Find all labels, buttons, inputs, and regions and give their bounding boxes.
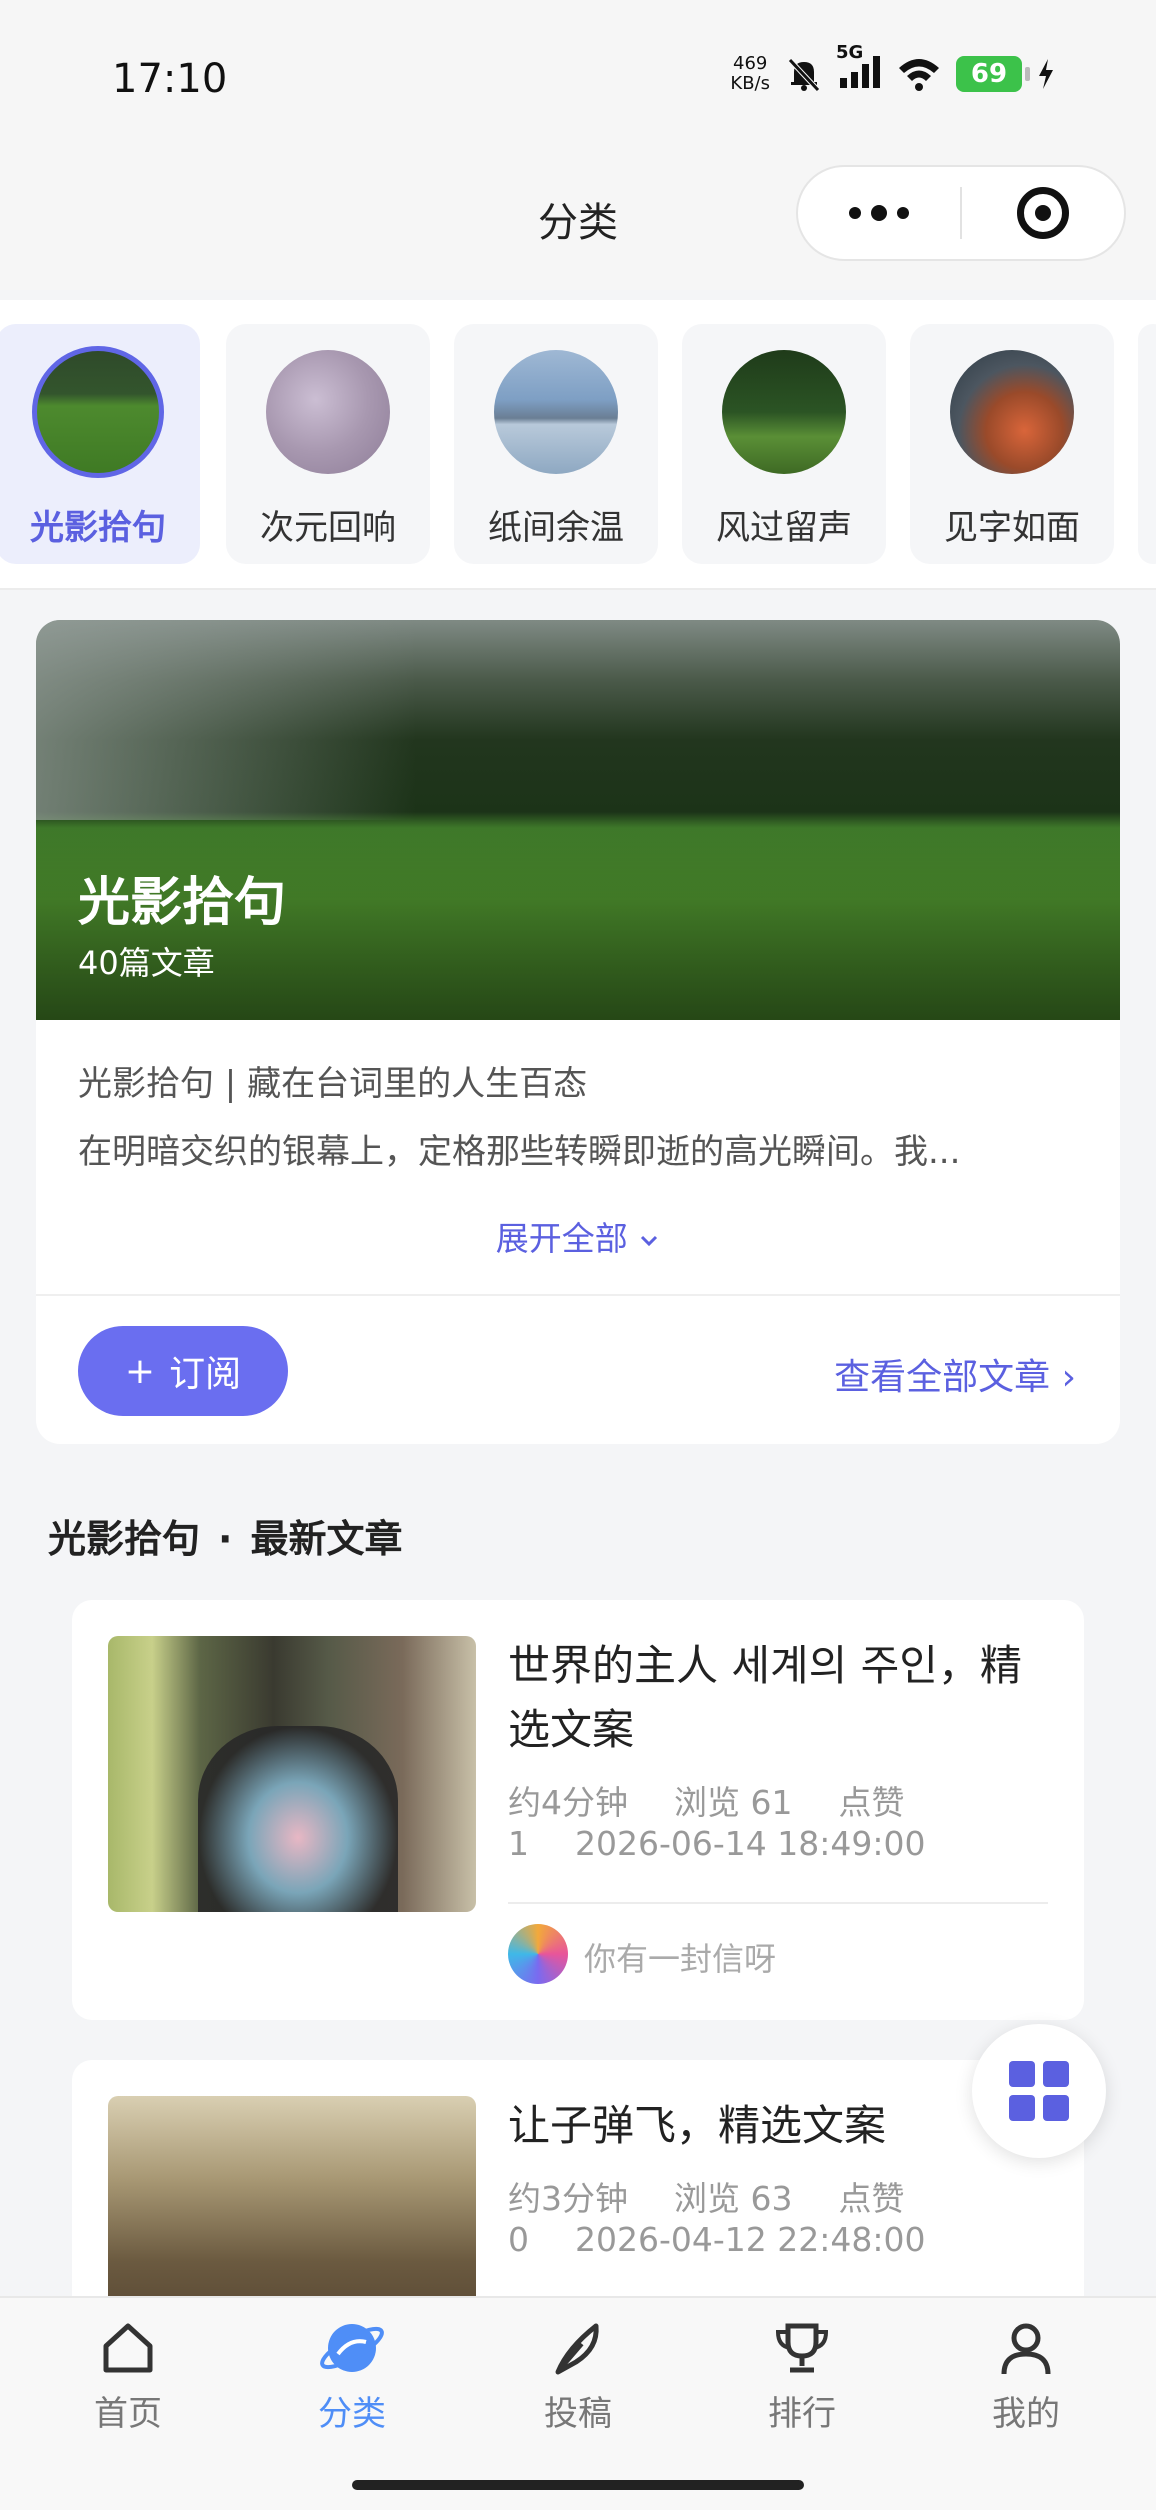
subscribe-button[interactable]: + 订阅: [78, 1326, 288, 1416]
grid-icon-cell: [1043, 2095, 1069, 2121]
author-avatar[interactable]: [508, 1924, 568, 1984]
category-label: 次元回响: [260, 508, 396, 548]
category-title: 光影拾句: [78, 873, 287, 933]
view-count: 浏览 61: [674, 1783, 793, 1822]
like-count: 0: [508, 2220, 529, 2259]
category-label: 纸间余温: [488, 508, 624, 548]
wifi-icon: [899, 59, 939, 91]
article-card[interactable]: 世界的主人 세계의 주인，精选文案 约4分钟 浏览 61 点赞 1 2026-06-1…: [72, 1600, 1084, 2020]
status-bar: 17:10 469 KB/s 5G 69: [0, 0, 1156, 150]
category-thumb: [494, 350, 618, 474]
home-indicator: [352, 2480, 804, 2490]
category-item-fengguo[interactable]: 风过留声: [682, 324, 886, 564]
article-meta-row1: 约3分钟 浏览 63 点赞: [508, 2172, 950, 2220]
grid-icon-cell: [1009, 2095, 1035, 2121]
tab-label: 首页: [94, 2394, 162, 2434]
more-button[interactable]: [798, 167, 960, 259]
status-time: 17:10: [112, 56, 228, 102]
publish-date: 2026-06-14 18:49:00: [575, 1824, 926, 1863]
net-speed: 469 KB/s: [730, 54, 770, 94]
tab-label: 分类: [318, 2394, 386, 2434]
likes-label: 点赞: [838, 2179, 905, 2218]
expand-label: 展开全部: [495, 1219, 628, 1258]
article-count: 40篇文章: [78, 944, 215, 982]
category-item-guangying[interactable]: 光影拾句: [0, 324, 200, 564]
bottom-tab-bar: 首页 分类 投稿 排行 我的: [0, 2296, 1156, 2510]
article-meta-row2: 1 2026-06-14 18:49:00: [508, 1824, 971, 1863]
category-label: 风过留声: [716, 508, 852, 548]
category-label: 光影拾句: [30, 508, 166, 548]
network-label: 5G: [836, 42, 864, 63]
expand-all-link[interactable]: 展开全部: [36, 1212, 1120, 1260]
grid-menu-button[interactable]: [972, 2024, 1106, 2158]
category-description-line1: 光影拾句 | 藏在台词里的人生百态: [78, 1064, 588, 1104]
tab-ranking[interactable]: 排行: [722, 2318, 882, 2435]
divider: [36, 1294, 1120, 1296]
chevron-down-icon: [641, 1235, 658, 1246]
section-category: 光影拾句: [48, 1517, 201, 1561]
trophy-icon: [775, 2323, 829, 2373]
section-separator: ·: [218, 1517, 233, 1561]
net-speed-unit: KB/s: [730, 73, 770, 94]
article-title: 让子弹飞，精选文案: [508, 2101, 887, 2150]
read-time: 约4分钟: [508, 1783, 628, 1822]
net-speed-value: 469: [733, 53, 768, 74]
nav-bar: 分类: [0, 150, 1156, 290]
status-icons: 469 KB/s 5G 69: [730, 42, 1056, 94]
category-item-ciyuan[interactable]: 次元回响: [226, 324, 430, 564]
category-item-zhijian[interactable]: 纸间余温: [454, 324, 658, 564]
tab-profile[interactable]: 我的: [946, 2318, 1106, 2435]
article-title: 世界的主人 세계의 주인，精选文案: [508, 1641, 1022, 1754]
tab-home[interactable]: 首页: [48, 2318, 208, 2435]
charging-icon: [1039, 59, 1053, 89]
category-thumb: [950, 350, 1074, 474]
close-mini-program-button[interactable]: [962, 167, 1124, 259]
user-icon: [1001, 2323, 1051, 2375]
grid-icon: [1009, 2061, 1035, 2087]
like-count: 1: [508, 1824, 529, 1863]
section-heading: 最新文章: [250, 1517, 403, 1561]
subscribe-label: 订阅: [169, 1354, 242, 1395]
plus-icon: +: [124, 1350, 156, 1392]
author-name[interactable]: 你有一封信呀: [584, 1934, 776, 1980]
category-label: 见字如面: [944, 508, 1080, 548]
category-description-line2: 在明暗交织的银幕上，定格那些转瞬即逝的高光瞬间。我...: [78, 1132, 961, 1172]
article-meta-row1: 约4分钟 浏览 61 点赞: [508, 1776, 950, 1824]
article-meta-row2: 0 2026-04-12 22:48:00: [508, 2220, 971, 2259]
home-icon: [103, 2323, 153, 2373]
battery: 69: [956, 56, 1030, 92]
category-strip: 光影拾句 次元回响 纸间余温 风过留声 见字如面: [0, 300, 1156, 590]
publish-date: 2026-04-12 22:48:00: [575, 2220, 926, 2259]
more-dots-icon: [849, 205, 909, 221]
feather-icon: [555, 2323, 599, 2375]
view-all-articles-link[interactable]: 查看全部文章 ›: [834, 1348, 1076, 1400]
view-count: 浏览 63: [674, 2179, 793, 2218]
category-item-partial[interactable]: [1138, 324, 1156, 564]
category-thumb: [32, 346, 164, 478]
section-title: 光影拾句 · 最新文章: [48, 1508, 402, 1563]
cell-signal: 5G: [836, 42, 882, 94]
article-thumbnail: [108, 1636, 476, 1912]
divider: [508, 1902, 1048, 1904]
target-icon: [1017, 187, 1069, 239]
read-time: 约3分钟: [508, 2179, 628, 2218]
tab-label: 投稿: [544, 2394, 612, 2434]
planet-icon: [320, 2324, 384, 2372]
likes-label: 点赞: [838, 1783, 905, 1822]
tab-category[interactable]: 分类: [272, 2318, 432, 2435]
tab-label: 我的: [992, 2394, 1060, 2434]
tab-submit[interactable]: 投稿: [498, 2318, 658, 2435]
mini-program-capsule: [796, 165, 1126, 261]
mute-bell-icon: [788, 58, 820, 92]
tab-label: 排行: [768, 2394, 836, 2434]
category-item-jianzi[interactable]: 见字如面: [910, 324, 1114, 564]
category-hero-card: 光影拾句 40篇文章 光影拾句 | 藏在台词里的人生百态 在明暗交织的银幕上，定…: [36, 620, 1120, 1444]
category-thumb: [266, 350, 390, 474]
category-thumb: [722, 350, 846, 474]
grid-icon-cell: [1043, 2061, 1069, 2087]
